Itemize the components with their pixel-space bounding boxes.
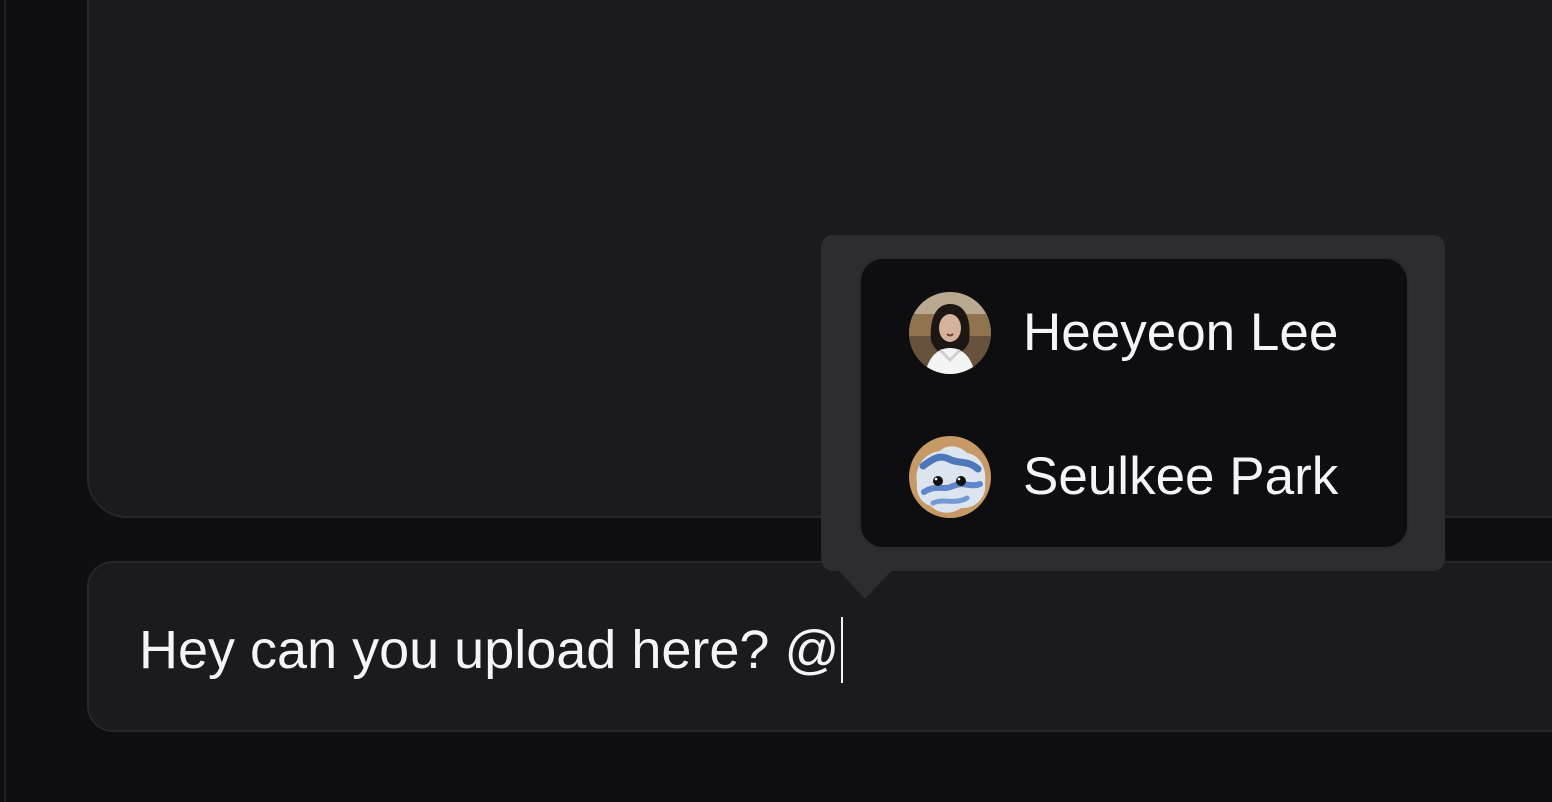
text-cursor — [841, 617, 844, 683]
person-photo-avatar-image — [909, 292, 991, 374]
popover-arrow — [837, 569, 893, 599]
person-photo-avatar — [909, 292, 991, 374]
mention-name: Seulkee Park — [1023, 447, 1339, 506]
mention-item-seulkee-park[interactable]: Seulkee Park — [909, 435, 1369, 519]
mention-suggestion-list: Heeyeon Lee Seulkee Park — [859, 257, 1409, 549]
mention-item-heeyeon-lee[interactable]: Heeyeon Lee — [909, 291, 1369, 375]
left-divider — [4, 0, 6, 802]
fuzzy-creature-avatar — [909, 436, 991, 518]
app-root: Hey can you upload here? @ Heeyeon Lee S… — [0, 0, 1552, 802]
input-text-row: Hey can you upload here? @ — [139, 615, 844, 685]
message-input[interactable]: Hey can you upload here? @ — [87, 561, 1552, 732]
mention-name: Heeyeon Lee — [1023, 303, 1339, 362]
fuzzy-creature-avatar-image — [909, 436, 991, 518]
message-input-text[interactable]: Hey can you upload here? @ — [139, 618, 839, 682]
